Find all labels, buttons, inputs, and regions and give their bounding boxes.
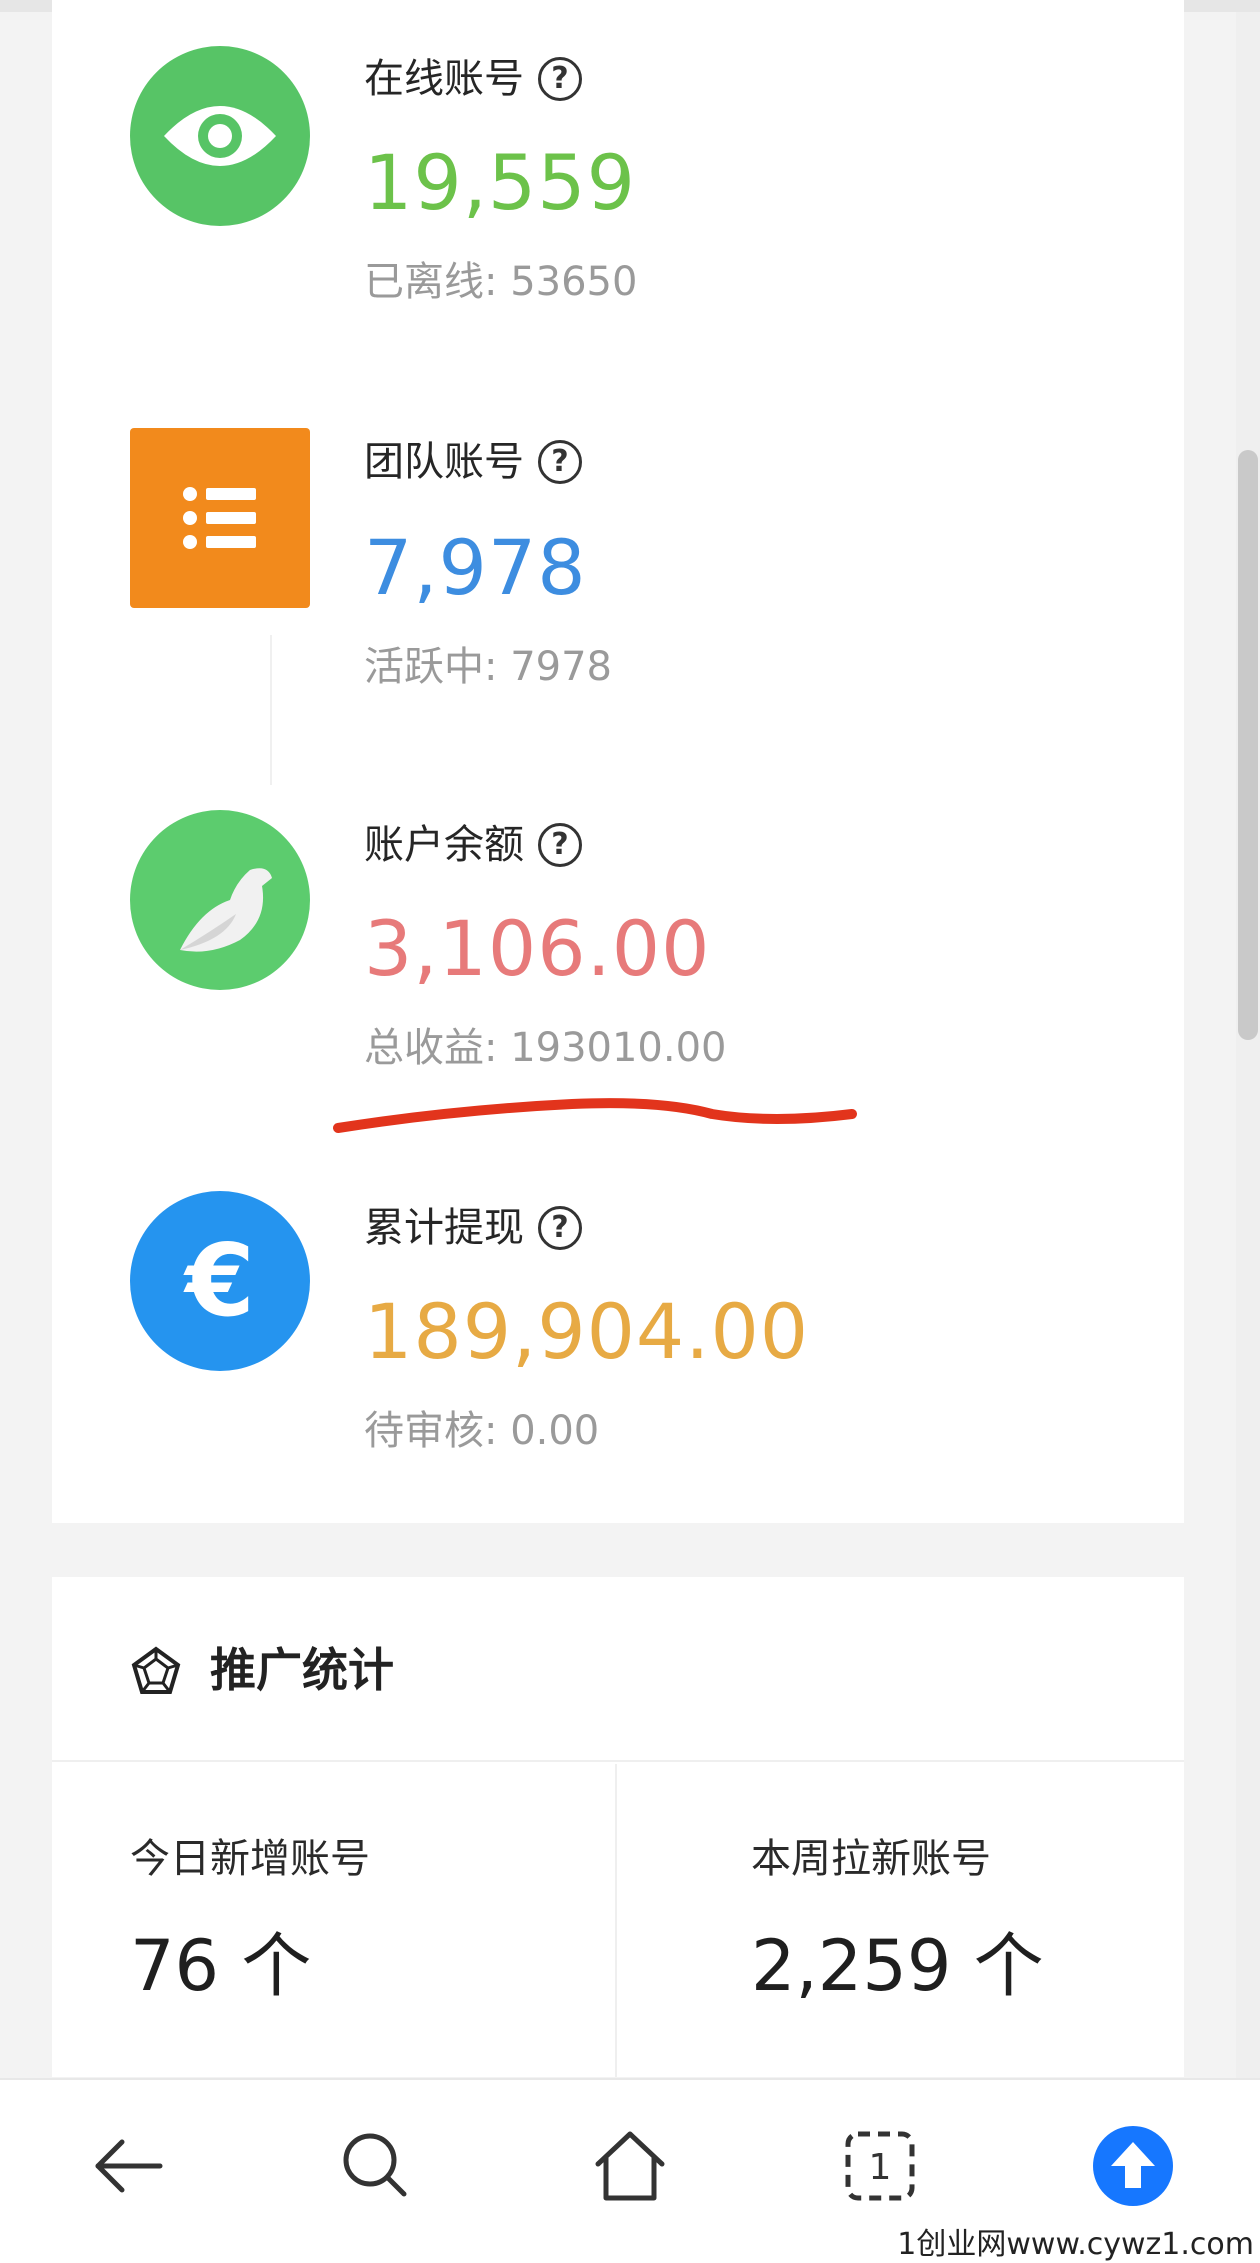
stat-title: 团队账号 ? <box>364 438 582 486</box>
promo-header: 推广统计 <box>52 1577 1184 1762</box>
stat-title: 在线账号 ? <box>364 55 582 103</box>
home-button[interactable] <box>580 2116 680 2216</box>
stat-title-text: 累计提现 <box>364 1205 524 1251</box>
pentagon-icon <box>131 1646 181 1694</box>
upload-button[interactable] <box>1083 2116 1183 2216</box>
back-icon <box>95 2139 163 2193</box>
red-underline-annotation <box>333 1098 857 1133</box>
stat-value: 3,106.00 <box>364 904 711 993</box>
promo-title: 推广统计 <box>210 1643 394 1697</box>
stat-sub: 总收益: 193010.00 <box>364 1025 727 1071</box>
stat-total-withdrawn[interactable]: € 累计提现 ? 189,904.00 待审核: 0.00 <box>52 1189 1184 1519</box>
promo-item-week-new[interactable]: 本周拉新账号 2,259 个 <box>619 1764 1184 2077</box>
help-icon[interactable]: ? <box>538 1206 582 1250</box>
stat-title-text: 在线账号 <box>364 56 524 102</box>
home-icon <box>595 2131 665 2201</box>
promo-label: 今日新增账号 <box>130 1836 370 1882</box>
promo-label: 本周拉新账号 <box>751 1836 991 1882</box>
stat-title-text: 团队账号 <box>364 439 524 485</box>
scrollbar-track[interactable] <box>1236 12 1260 2078</box>
scrollbar-thumb[interactable] <box>1238 450 1258 1040</box>
stat-sub: 待审核: 0.00 <box>364 1408 600 1454</box>
tab-count: 1 <box>869 2147 892 2188</box>
search-icon <box>343 2133 407 2197</box>
euro-icon: € <box>130 1191 310 1371</box>
stat-title: 累计提现 ? <box>364 1204 582 1252</box>
upload-icon <box>1093 2126 1173 2206</box>
help-icon[interactable]: ? <box>538 823 582 867</box>
tabs-icon: 1 <box>845 2131 915 2201</box>
help-icon[interactable]: ? <box>538 57 582 101</box>
stat-value: 7,978 <box>364 523 587 612</box>
divider <box>270 635 272 785</box>
back-button[interactable] <box>78 2116 178 2216</box>
list-icon <box>130 428 310 608</box>
stat-title: 账户余额 ? <box>364 821 582 869</box>
help-icon[interactable]: ? <box>538 440 582 484</box>
promo-item-today-new[interactable]: 今日新增账号 76 个 <box>52 1764 617 2077</box>
stats-card: 在线账号 ? 19,559 已离线: 53650 团队账号 ? 7,978 活跃… <box>52 0 1184 1523</box>
stat-sub: 活跃中: 7978 <box>364 644 612 690</box>
watermark-text: 1创业网www.cywz1.com <box>897 2227 1254 2262</box>
stat-online-accounts[interactable]: 在线账号 ? 19,559 已离线: 53650 <box>52 40 1184 370</box>
tabs-button[interactable]: 1 <box>830 2116 930 2216</box>
eye-icon <box>130 46 310 226</box>
stat-value: 189,904.00 <box>364 1287 810 1376</box>
promo-stats-card: 推广统计 今日新增账号 76 个 本周拉新账号 2,259 个 <box>52 1577 1184 2077</box>
bird-icon <box>130 810 310 990</box>
promo-value: 76 个 <box>130 1925 312 2007</box>
stat-title-text: 账户余额 <box>364 822 524 868</box>
stat-value: 19,559 <box>364 138 636 227</box>
search-button[interactable] <box>326 2116 426 2216</box>
euro-glyph: € <box>185 1222 255 1339</box>
stat-sub: 已离线: 53650 <box>364 259 638 305</box>
page: 在线账号 ? 19,559 已离线: 53650 团队账号 ? 7,978 活跃… <box>0 0 1260 2263</box>
stat-team-accounts[interactable]: 团队账号 ? 7,978 活跃中: 7978 <box>52 423 1184 753</box>
promo-value: 2,259 个 <box>751 1925 1044 2007</box>
